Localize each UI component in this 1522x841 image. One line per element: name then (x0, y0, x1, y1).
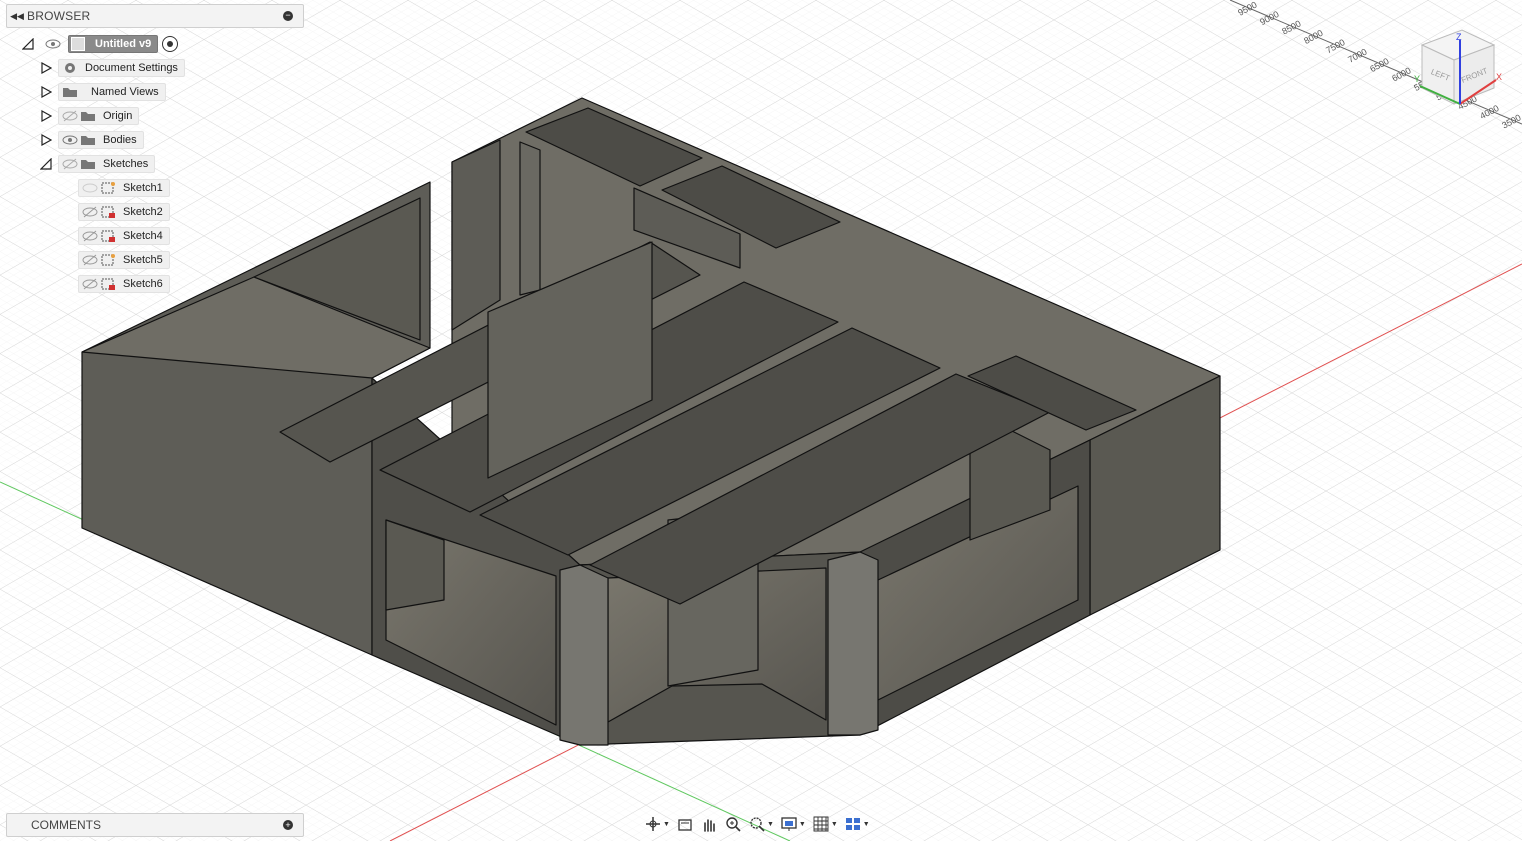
viewports-button[interactable]: ▼ (842, 813, 872, 835)
visibility-eye-icon[interactable] (44, 37, 62, 51)
sketch-node[interactable]: Sketch5 (78, 251, 170, 269)
tree-item-named-views[interactable]: Named Views (38, 82, 166, 102)
expand-triangle-icon[interactable] (38, 108, 54, 124)
pan-icon (704, 819, 715, 832)
origin-node[interactable]: Origin (58, 107, 140, 125)
sketches-label: Sketches (103, 158, 149, 170)
collapse-triangle-icon[interactable] (20, 36, 36, 52)
grid-button[interactable]: ▼ (810, 813, 840, 835)
browser-panel-header[interactable]: ◀◀ BROWSER − (6, 4, 304, 28)
named-views-node[interactable]: Named Views (58, 83, 166, 101)
navigation-toolbar: ▼ ▼ ▼ ▼ ▼ (642, 812, 872, 836)
hidden-eye-icon[interactable] (61, 157, 79, 171)
document-settings-label: Document Settings (85, 62, 178, 74)
pan-button[interactable] (698, 813, 720, 835)
collapse-panel-icon[interactable]: ◀◀ (7, 11, 27, 22)
root-component-label: Untitled v9 (95, 38, 152, 50)
folder-icon (61, 85, 79, 99)
svg-text:X: X (1496, 72, 1502, 82)
gear-icon (61, 61, 79, 75)
hidden-eye-icon[interactable] (81, 229, 99, 243)
hidden-eye-icon[interactable] (81, 253, 99, 267)
fit-button[interactable]: ▼ (746, 813, 776, 835)
expand-triangle-icon[interactable] (38, 84, 54, 100)
hidden-eye-icon[interactable] (81, 205, 99, 219)
svg-text:Z: Z (1456, 32, 1462, 42)
collapse-triangle-icon[interactable] (38, 156, 54, 172)
sketch-node[interactable]: Sketch1 (78, 179, 170, 197)
orbit-button[interactable]: ▼ (642, 813, 672, 835)
bodies-node[interactable]: Bodies (58, 131, 144, 149)
sketch-label: Sketch5 (123, 254, 163, 266)
sketch-node[interactable]: Sketch6 (78, 275, 170, 293)
expand-triangle-icon[interactable] (38, 60, 54, 76)
look-at-button[interactable] (674, 813, 696, 835)
sketch-label: Sketch4 (123, 230, 163, 242)
folder-icon (79, 133, 97, 147)
model-viewport[interactable]: 9500900085008000750070006500600055005000… (0, 0, 1522, 841)
fit-icon (750, 817, 765, 832)
tree-item-bodies[interactable]: Bodies (38, 130, 144, 150)
tree-item-sketches[interactable]: Sketches (38, 154, 156, 174)
sketch-node[interactable]: Sketch4 (78, 227, 170, 245)
folder-icon (79, 157, 97, 171)
comments-title: COMMENTS (31, 818, 101, 832)
viewports-icon (845, 818, 860, 830)
zoom-button[interactable] (722, 813, 744, 835)
root-component-node[interactable]: Untitled v9 (68, 35, 159, 53)
bodies-label: Bodies (103, 134, 137, 146)
hidden-eye-icon[interactable] (81, 181, 99, 195)
sketch-item[interactable]: Sketch5 (78, 250, 170, 270)
activate-radio-icon[interactable] (162, 36, 179, 52)
tree-item-origin[interactable]: Origin (38, 106, 140, 126)
comments-panel[interactable]: COMMENTS + (6, 813, 304, 837)
sketch-item[interactable]: Sketch2 (78, 202, 170, 222)
display-settings-icon (781, 817, 797, 831)
sketches-node[interactable]: Sketches (58, 155, 156, 173)
sketch-label: Sketch6 (123, 278, 163, 290)
sketch-item[interactable]: Sketch6 (78, 274, 170, 294)
sketch-label: Sketch2 (123, 206, 163, 218)
folder-icon (79, 109, 97, 123)
document-settings-node[interactable]: Document Settings (58, 59, 185, 77)
look-at-icon (678, 819, 692, 831)
add-comment-icon[interactable]: + (283, 820, 293, 830)
sketch-icon (99, 181, 117, 195)
hidden-eye-icon[interactable] (81, 277, 99, 291)
component-icon (71, 37, 85, 51)
sketch-warning-icon (99, 205, 117, 219)
visibility-eye-icon[interactable] (61, 133, 79, 147)
expand-triangle-icon[interactable] (38, 132, 54, 148)
minimize-icon[interactable]: − (283, 11, 293, 21)
zoom-icon (726, 817, 741, 832)
tree-root-row[interactable]: Untitled v9 (20, 34, 179, 54)
hidden-eye-icon[interactable] (61, 109, 79, 123)
display-settings-button[interactable]: ▼ (778, 813, 808, 835)
named-views-label: Named Views (91, 86, 159, 98)
orbit-icon (646, 817, 660, 831)
grid-icon (813, 816, 829, 832)
sketch-icon (99, 253, 117, 267)
sketch-node[interactable]: Sketch2 (78, 203, 170, 221)
sketch-label: Sketch1 (123, 182, 163, 194)
sketch-warning-icon (99, 277, 117, 291)
sketch-warning-icon (99, 229, 117, 243)
origin-label: Origin (103, 110, 133, 122)
svg-text:Y: Y (1414, 74, 1420, 84)
browser-title: BROWSER (27, 9, 91, 23)
tree-item-document-settings[interactable]: Document Settings (38, 58, 185, 78)
sketch-item[interactable]: Sketch1 (78, 178, 170, 198)
sketch-item[interactable]: Sketch4 (78, 226, 170, 246)
